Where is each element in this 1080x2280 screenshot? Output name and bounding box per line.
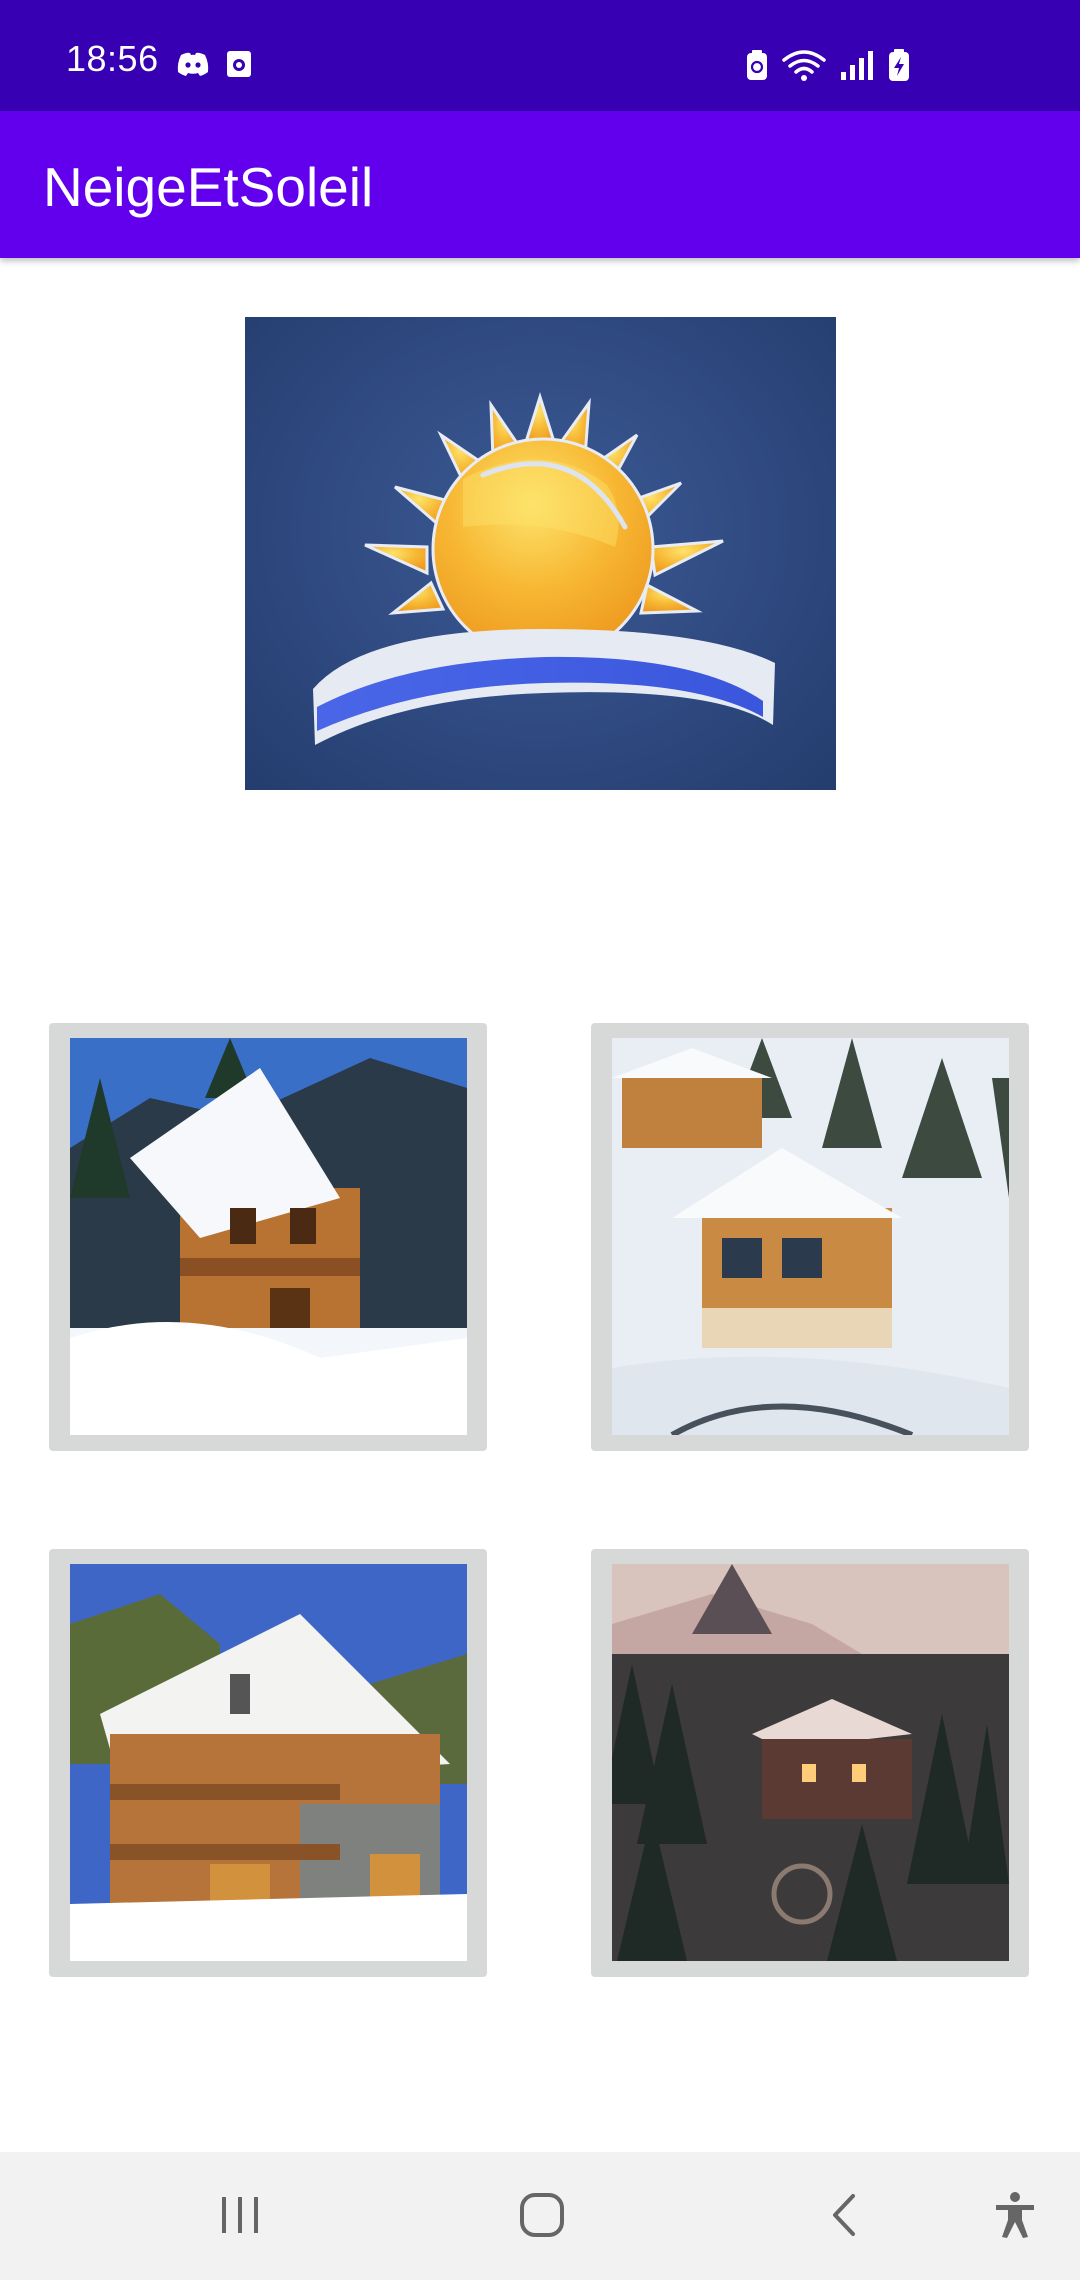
gallery-item-4[interactable] [591,1549,1029,1977]
app-title: NeigeEtSoleil [43,156,374,218]
home-icon [519,2192,565,2243]
gallery-item-3[interactable] [49,1549,487,1977]
recents-button[interactable] [210,2192,270,2242]
status-bar: 18:56 [0,0,1080,111]
chalet-photo-1 [70,1038,467,1435]
status-left-icons [176,50,252,83]
camera-notification-icon [226,50,252,83]
sun-snow-logo-icon [313,391,775,745]
status-time: 18:56 [66,38,159,79]
status-right-icons [746,48,910,87]
system-nav-bar [0,2152,1080,2280]
battery-saver-icon [746,49,768,86]
wifi-icon [782,49,826,86]
recents-icon [218,2195,262,2240]
accessibility-icon [994,2191,1036,2244]
app-bar: NeigeEtSoleil [0,111,1080,258]
signal-icon [840,50,874,85]
back-icon [829,2192,859,2243]
chalet-photo-2 [612,1038,1009,1435]
gallery-item-1[interactable] [49,1023,487,1451]
gallery-item-2[interactable] [591,1023,1029,1451]
accessibility-button[interactable] [985,2191,1045,2244]
chalet-photo-3 [70,1564,467,1961]
discord-icon [176,51,210,82]
back-button[interactable] [814,2192,874,2242]
battery-charging-icon [888,48,910,87]
logo-image [245,317,836,790]
chalet-photo-4 [612,1564,1009,1961]
home-button[interactable] [512,2192,572,2242]
